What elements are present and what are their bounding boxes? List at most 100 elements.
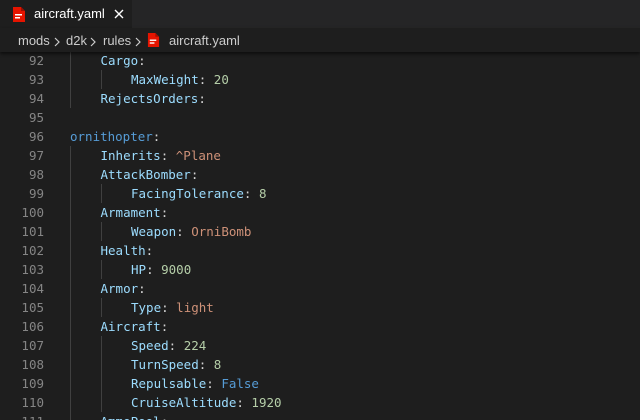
yaml-key: ornithopter	[70, 129, 153, 144]
code-line[interactable]: 100 Armament:	[0, 203, 640, 222]
code-content: FacingTolerance: 8	[131, 184, 266, 203]
indent-guide	[70, 70, 71, 89]
code-line[interactable]: 111 AmmoPool:	[0, 412, 640, 420]
breadcrumb-item-d2k[interactable]: d2k	[66, 33, 87, 49]
chevron-right-icon	[52, 35, 62, 47]
code-line[interactable]: 93 MaxWeight: 20	[0, 70, 640, 89]
code-line[interactable]: 99 FacingTolerance: 8	[0, 184, 640, 203]
code-line[interactable]: 105 Type: light	[0, 298, 640, 317]
line-number: 107	[21, 338, 44, 353]
yaml-key: RejectsOrders	[100, 91, 199, 106]
tab-bar: aircraft.yaml	[0, 0, 640, 28]
yaml-key: CruiseAltitude	[131, 395, 237, 410]
yaml-colon: :	[160, 205, 169, 220]
yaml-key: AttackBomber	[100, 167, 191, 182]
line-number: 110	[21, 395, 44, 410]
code-line[interactable]: 103 HP: 9000	[0, 260, 640, 279]
yaml-value: 20	[213, 72, 229, 87]
close-icon[interactable]	[112, 7, 126, 21]
indent-guide	[70, 165, 71, 184]
code-content: Cargo:	[101, 52, 146, 70]
indent-guide	[70, 203, 71, 222]
yaml-colon: :	[161, 300, 169, 315]
code-content: Health:	[101, 241, 154, 260]
indent-guide	[100, 374, 102, 393]
yaml-colon: :	[176, 224, 184, 239]
yaml-colon: :	[146, 262, 154, 277]
code-line[interactable]: 104 Armor:	[0, 279, 640, 298]
yaml-colon: :	[152, 129, 161, 144]
yaml-colon: :	[160, 319, 169, 334]
yaml-value: ^Plane	[175, 148, 221, 163]
yaml-key: Aircraft	[100, 319, 161, 334]
yaml-value: 8	[213, 357, 222, 372]
yaml-colon: :	[198, 357, 207, 372]
yaml-key: Speed	[131, 338, 169, 353]
yaml-colon: :	[138, 53, 146, 68]
yaml-colon: :	[198, 91, 206, 106]
code-line[interactable]: 97 Inherits: ^Plane	[0, 146, 640, 165]
line-number: 95	[28, 110, 44, 125]
yaml-key: Health	[100, 243, 146, 258]
code-content: MaxWeight: 20	[131, 70, 229, 89]
code-line[interactable]: 101 Weapon: OrniBomb	[0, 222, 640, 241]
yaml-value: 224	[183, 338, 207, 353]
code-content: Armament:	[101, 203, 169, 222]
yaml-colon: :	[161, 414, 169, 420]
code-content: Weapon: OrniBomb	[131, 222, 251, 241]
yaml-key: TurnSpeed	[131, 357, 199, 372]
code-content: AmmoPool:	[101, 412, 169, 420]
code-line[interactable]: 106 Aircraft:	[0, 317, 640, 336]
code-line[interactable]: 102 Health:	[0, 241, 640, 260]
indent-guide	[100, 298, 102, 317]
indent-guide	[100, 355, 102, 374]
tab-aircraft-yaml[interactable]: aircraft.yaml	[0, 0, 132, 28]
line-number: 104	[21, 281, 44, 296]
line-number: 108	[21, 357, 44, 372]
code-line[interactable]: 98 AttackBomber:	[0, 165, 640, 184]
code-line[interactable]: 109 Repulsable: False	[0, 374, 640, 393]
code-line[interactable]: 107 Speed: 224	[0, 336, 640, 355]
indent-guide	[70, 374, 71, 393]
code-editor[interactable]: 92 Cargo: 93 MaxWeight: 20 94 RejectsOrders: 9…	[0, 52, 640, 420]
indent-guide	[70, 89, 71, 108]
line-number: 101	[21, 224, 44, 239]
line-number: 109	[21, 376, 44, 391]
breadcrumb-item-file[interactable]: aircraft.yaml	[169, 33, 240, 49]
line-number: 111	[0, 412, 44, 420]
indent-guide	[100, 222, 102, 241]
code-line[interactable]: 94 RejectsOrders:	[0, 89, 640, 108]
code-line[interactable]: 95	[0, 108, 640, 127]
code-content: Type: light	[131, 298, 214, 317]
indent-guide	[70, 52, 71, 70]
indent-guide	[100, 184, 102, 203]
code-line[interactable]: 110 CruiseAltitude: 1920	[0, 393, 640, 412]
code-content: TurnSpeed: 8	[131, 355, 221, 374]
yaml-colon: :	[145, 243, 154, 258]
code-content: Armor:	[101, 279, 146, 298]
yaml-key: FacingTolerance	[131, 186, 244, 201]
line-number: 105	[21, 300, 44, 315]
line-number: 102	[21, 243, 44, 258]
yaml-colon: :	[190, 167, 199, 182]
yaml-value: 9000	[161, 262, 192, 277]
code-line[interactable]: 96 ornithopter:	[0, 127, 640, 146]
yaml-key: Cargo	[100, 53, 139, 68]
yaml-key: Armament	[100, 205, 161, 220]
line-number: 92	[28, 53, 44, 68]
yaml-key: Weapon	[131, 224, 177, 239]
yaml-value: OrniBomb	[191, 224, 252, 239]
yaml-key: Type	[131, 300, 162, 315]
code-content: Repulsable: False	[131, 374, 259, 393]
code-content: Aircraft:	[101, 317, 169, 336]
indent-guide	[70, 146, 71, 165]
breadcrumb-item-mods[interactable]: mods	[18, 33, 50, 49]
code-line[interactable]: 92 Cargo:	[0, 52, 640, 70]
indent-guide	[70, 184, 71, 203]
code-line[interactable]: 108 TurnSpeed: 8	[0, 355, 640, 374]
code-content: Inherits: ^Plane	[101, 146, 221, 165]
breadcrumb-item-rules[interactable]: rules	[103, 33, 131, 49]
chevron-right-icon	[88, 35, 98, 47]
line-number: 100	[21, 205, 44, 220]
code-content: ornithopter:	[70, 127, 160, 146]
